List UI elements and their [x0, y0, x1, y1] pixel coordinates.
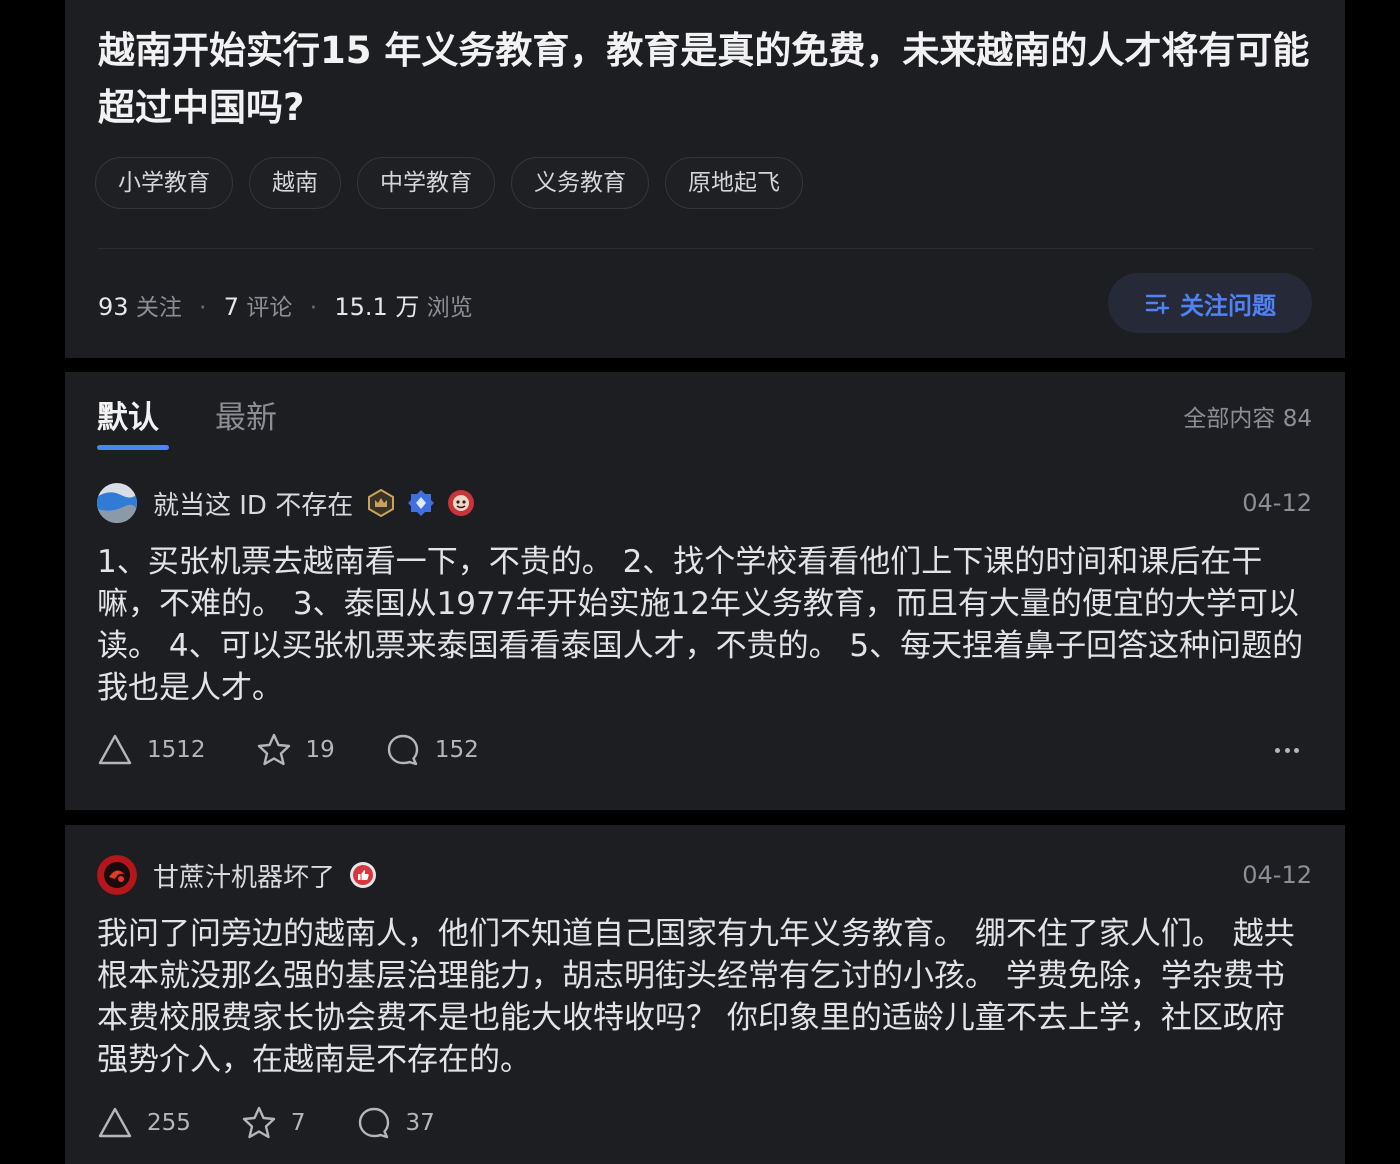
comment-icon [387, 734, 419, 766]
badge-diamond-icon[interactable] [407, 489, 435, 517]
more-icon[interactable] [1275, 748, 1299, 754]
active-tab-indicator [97, 445, 169, 450]
topic-tag[interactable]: 小学教育 [95, 157, 233, 209]
badge-thumb-icon[interactable] [349, 861, 377, 889]
answer-card: 甘蔗汁机器坏了 04-12 我问了问旁边的越南人，他们不知道自己国家有九年义务教… [65, 825, 1345, 1164]
answer-actions: 255 7 37 [97, 1105, 485, 1141]
comments-label[interactable]: 评论 [246, 295, 292, 321]
answer-content[interactable]: 1、买张机票去越南看一下，不贵的。 2、找个学校看看他们上下课的时间和课后在干嘛… [97, 541, 1312, 709]
tab-latest[interactable]: 最新 [215, 392, 277, 452]
avatar[interactable] [97, 855, 137, 895]
answer-author-row: 甘蔗汁机器坏了 [97, 855, 389, 895]
upvote-button[interactable]: 255 [97, 1105, 191, 1141]
star-icon [257, 733, 290, 766]
tab-latest-label: 最新 [215, 400, 277, 436]
question-stats: 93 关注 · 7 评论 · 15.1 万 浏览 [98, 287, 473, 322]
answer-date: 04-12 [1242, 861, 1312, 889]
topic-tag[interactable]: 中学教育 [357, 157, 495, 209]
question-title[interactable]: 越南开始实行15 年义务教育，教育是真的免费，未来越南的人才将有可能超过中国吗? [98, 22, 1318, 136]
favorite-count: 19 [305, 737, 335, 763]
upvote-count: 1512 [147, 737, 206, 763]
divider [98, 248, 1313, 249]
topic-tag[interactable]: 越南 [249, 157, 341, 209]
answer-content[interactable]: 我问了问旁边的越南人，他们不知道自己国家有九年义务教育。 绷不住了家人们。 越共… [97, 913, 1312, 1081]
comments-count[interactable]: 7 [224, 293, 239, 321]
views-label: 浏览 [426, 295, 473, 321]
follow-question-button[interactable]: 关注问题 [1108, 273, 1312, 333]
favorite-count: 7 [290, 1110, 306, 1136]
avatar[interactable] [97, 483, 137, 523]
upvote-icon [98, 734, 132, 765]
question-card: 越南开始实行15 年义务教育，教育是真的免费，未来越南的人才将有可能超过中国吗?… [65, 0, 1345, 358]
sort-tabs: 默认 最新 [97, 392, 277, 452]
comment-count: 37 [405, 1110, 435, 1136]
badge-crown-icon[interactable] [367, 489, 395, 517]
followers-count: 93 [98, 293, 129, 321]
followers-label: 关注 [135, 295, 182, 321]
answers-card: 默认 最新 全部内容 84 就当这 ID 不存在 04-12 1、买张机票去越南… [65, 372, 1345, 810]
answer-date: 04-12 [1242, 489, 1312, 517]
total-content-count: 全部内容 84 [1183, 406, 1312, 432]
star-icon [242, 1106, 276, 1139]
comment-button[interactable]: 152 [385, 732, 479, 768]
topic-tag[interactable]: 原地起飞 [665, 157, 803, 209]
upvote-button[interactable]: 1512 [97, 732, 206, 768]
badge-monkey-icon[interactable] [447, 489, 475, 517]
tab-default-label: 默认 [97, 400, 159, 436]
comment-count: 152 [434, 737, 479, 763]
topic-tags: 小学教育 越南 中学教育 义务教育 原地起飞 [95, 157, 803, 209]
tab-default[interactable]: 默认 [97, 392, 169, 452]
follow-question-label: 关注问题 [1180, 291, 1276, 320]
comment-button[interactable]: 37 [356, 1105, 435, 1141]
comment-icon [358, 1107, 389, 1139]
author-name[interactable]: 甘蔗汁机器坏了 [153, 857, 335, 894]
answer-author-row: 就当这 ID 不存在 [97, 483, 487, 523]
favorite-button[interactable]: 7 [241, 1105, 306, 1141]
upvote-count: 255 [147, 1110, 191, 1136]
topic-tag[interactable]: 义务教育 [511, 157, 649, 209]
favorite-button[interactable]: 19 [256, 732, 335, 768]
answer-actions: 1512 19 152 [97, 732, 529, 768]
views-count: 15.1 万 [334, 293, 420, 321]
stat-separator: · [309, 295, 318, 321]
upvote-icon [98, 1107, 132, 1138]
stat-separator: · [199, 295, 207, 321]
author-name[interactable]: 就当这 ID 不存在 [153, 485, 353, 522]
follow-list-plus-icon [1145, 294, 1170, 315]
